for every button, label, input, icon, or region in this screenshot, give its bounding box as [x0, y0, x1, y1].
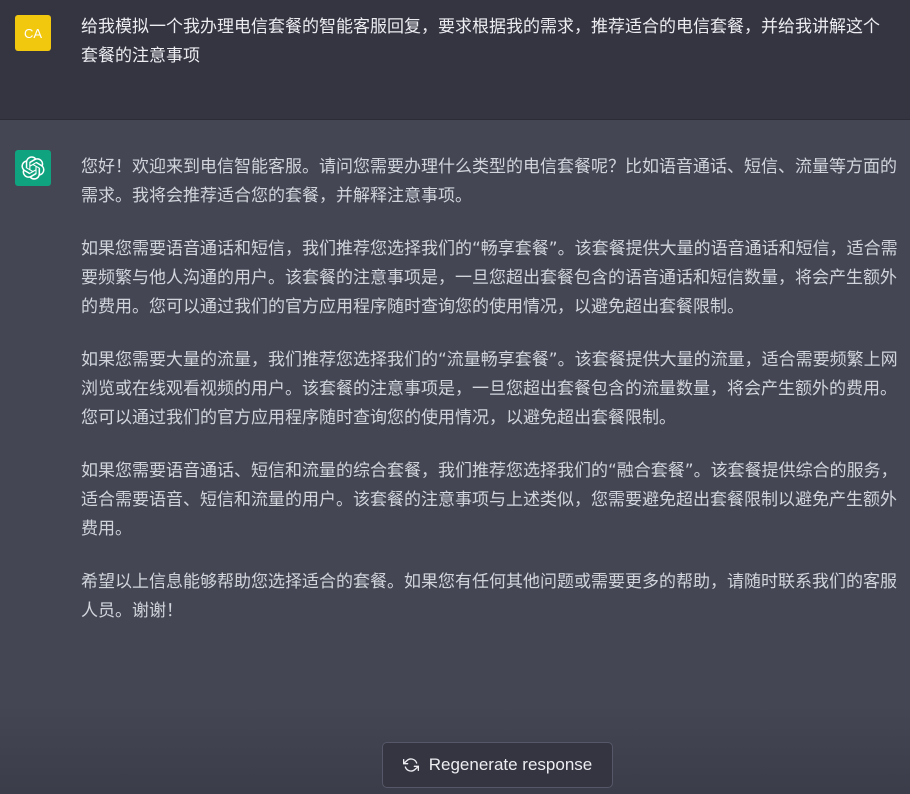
refresh-icon	[402, 758, 419, 772]
answer-paragraph: 如果您需要语音通话和短信，我们推荐您选择我们的“畅享套餐”。该套餐提供大量的语音…	[81, 239, 898, 317]
answer-paragraph: 如果您需要大量的流量，我们推荐您选择我们的“流量畅享套餐”。该套餐提供大量的流量…	[81, 350, 898, 428]
regenerate-response-button[interactable]: Regenerate response	[382, 742, 613, 788]
answer-paragraph: 希望以上信息能够帮助您选择适合的套餐。如果您有任何其他问题或需要更多的帮助，请随…	[81, 572, 897, 621]
user-message-row: CA 给我模拟一个我办理电信套餐的智能客服回复，要求根据我的需求，推荐适合的电信…	[0, 0, 910, 120]
chat-page: CA 给我模拟一个我办理电信套餐的智能客服回复，要求根据我的需求，推荐适合的电信…	[0, 0, 910, 794]
assistant-message-row: 您好！欢迎来到电信智能客服。请问您需要办理什么类型的电信套餐呢？比如语音通话、短…	[0, 120, 910, 794]
openai-logo-icon	[15, 150, 51, 186]
regenerate-response-label: Regenerate response	[428, 755, 593, 774]
user-avatar: CA	[15, 15, 51, 51]
answer-paragraph: 您好！欢迎来到电信智能客服。请问您需要办理什么类型的电信套餐呢？比如语音通话、短…	[81, 157, 897, 206]
user-avatar-initials: CA	[23, 25, 43, 41]
answer-paragraph: 如果您需要语音通话、短信和流量的综合套餐，我们推荐您选择我们的“融合套餐”。该套…	[81, 461, 898, 539]
user-message-text: 给我模拟一个我办理电信套餐的智能客服回复，要求根据我的需求，推荐适合的电信套餐，…	[81, 17, 880, 66]
assistant-message-text: 您好！欢迎来到电信智能客服。请问您需要办理什么类型的电信套餐呢？比如语音通话、短…	[81, 153, 899, 650]
